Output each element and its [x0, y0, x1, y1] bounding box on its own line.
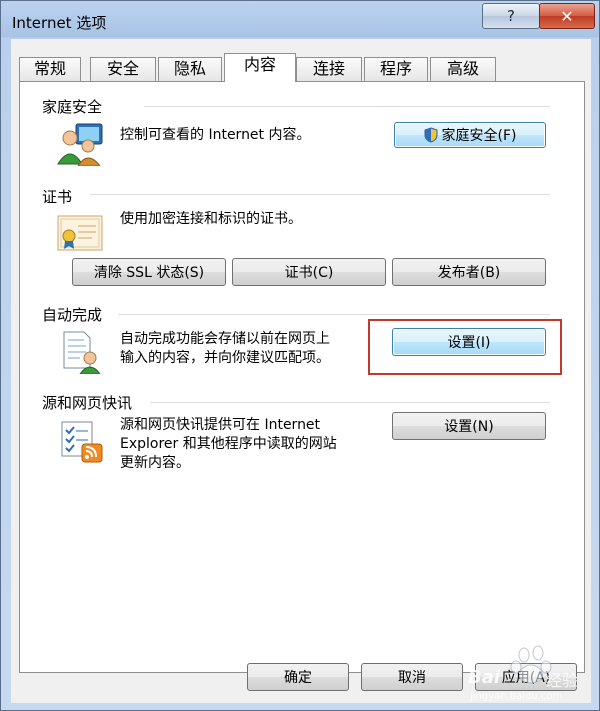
window-title: Internet 选项 — [12, 14, 107, 32]
help-button[interactable]: ? — [482, 3, 540, 29]
watermark-brand: Bai — [468, 667, 501, 688]
publishers-button-label: 发布者(B) — [437, 265, 501, 281]
autocomplete-description-line-1: 自动完成功能会存储以前在网页上 — [120, 331, 330, 347]
autocomplete-group-title: 自动完成 — [42, 306, 103, 324]
certificates-button-label: 证书(C) — [284, 265, 334, 281]
group-divider — [144, 106, 550, 108]
clear-ssl-state-button[interactable]: 清除 SSL 状态(S) — [72, 258, 226, 286]
cancel-button-label: 取消 — [398, 670, 426, 686]
ok-button-label: 确定 — [284, 670, 312, 686]
group-divider — [90, 194, 550, 196]
publishers-button[interactable]: 发布者(B) — [392, 258, 546, 286]
rss-feed-icon — [60, 420, 104, 464]
feeds-description-line-3: 更新内容。 — [120, 455, 190, 471]
cancel-button[interactable]: 取消 — [361, 663, 463, 691]
shield-icon — [424, 127, 437, 143]
feeds-description-line-1: 源和网页快讯提供可在 Internet — [120, 417, 321, 433]
tab-content[interactable]: 内容 — [224, 53, 296, 82]
family-safety-description: 控制可查看的 Internet 内容。 — [120, 127, 311, 143]
baidu-jingyan-watermark: Bai 经验 jingyan.baidu.com — [462, 641, 598, 709]
autocomplete-form-icon — [62, 330, 102, 375]
tab-connections[interactable]: 连接 — [296, 57, 362, 81]
highlight-annotation-box — [368, 319, 562, 375]
tab-programs[interactable]: 程序 — [364, 57, 428, 81]
family-users-icon — [56, 122, 106, 167]
watermark-site: jingyan.baidu.com — [470, 691, 563, 702]
help-icon: ? — [507, 7, 515, 25]
tab-strip: 常规 安全 隐私 内容 连接 程序 高级 — [11, 53, 591, 82]
group-divider — [118, 314, 550, 316]
certificates-description: 使用加密连接和标识的证书。 — [120, 211, 302, 227]
certificate-icon — [56, 214, 104, 252]
family-safety-button-label: 家庭安全(F) — [441, 128, 517, 144]
autocomplete-description-line-2: 输入的内容，并向你建议匹配项。 — [120, 350, 330, 366]
feeds-group-title: 源和网页快讯 — [42, 394, 133, 412]
title-bar[interactable]: Internet 选项 ? ✕ — [1, 1, 599, 39]
feeds-settings-button[interactable]: 设置(N) — [392, 412, 546, 440]
clear-ssl-state-button-label: 清除 SSL 状态(S) — [93, 265, 205, 281]
close-icon: ✕ — [560, 6, 574, 26]
feeds-description-line-2: Explorer 和其他程序中读取的网站 — [120, 436, 337, 452]
close-button[interactable]: ✕ — [539, 3, 595, 29]
certificates-button[interactable]: 证书(C) — [232, 258, 386, 286]
watermark-brand-cn: 经验 — [546, 671, 579, 690]
content-tab-panel: 家庭安全 控制可查看的 Internet 内容。 家庭安全(F) 证书 使用加密… — [19, 81, 585, 673]
family-safety-button[interactable]: 家庭安全(F) — [394, 122, 546, 148]
tab-advanced[interactable]: 高级 — [430, 57, 496, 81]
certificates-group-title: 证书 — [42, 188, 73, 206]
group-divider — [150, 402, 550, 404]
family-safety-group-title: 家庭安全 — [42, 98, 103, 116]
ok-button[interactable]: 确定 — [247, 663, 349, 691]
tab-general[interactable]: 常规 — [19, 57, 81, 81]
internet-options-window: Internet 选项 ? ✕ 常规 安全 隐私 内容 连接 程序 高级 家庭安… — [0, 0, 600, 711]
feeds-settings-button-label: 设置(N) — [444, 419, 494, 435]
tab-privacy[interactable]: 隐私 — [158, 57, 222, 81]
tab-security[interactable]: 安全 — [90, 57, 156, 81]
